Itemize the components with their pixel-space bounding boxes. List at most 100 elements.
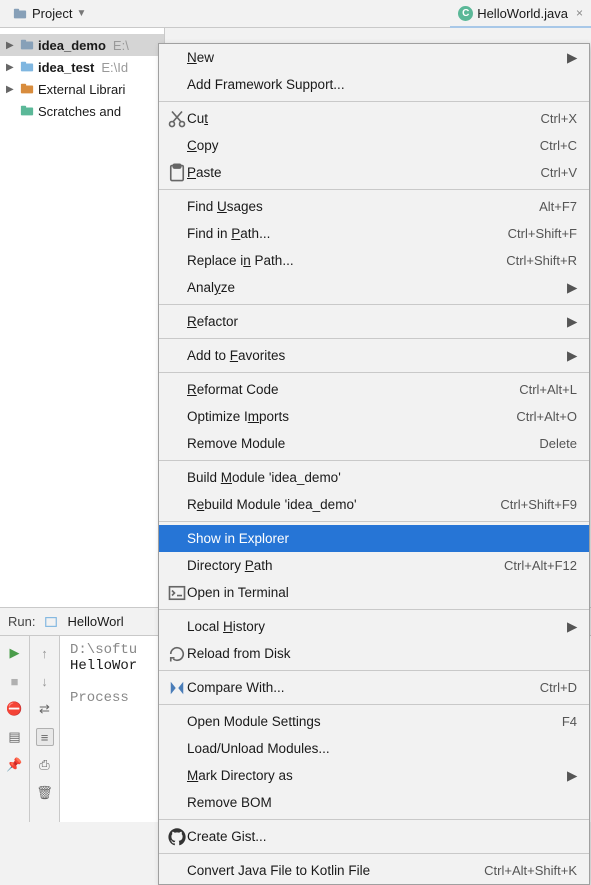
menu-item-label: Copy: [187, 138, 540, 153]
project-dropdown[interactable]: Project ▼: [6, 4, 92, 24]
tree-item[interactable]: Scratches and: [0, 100, 164, 122]
tree-arrow-icon[interactable]: ▶: [6, 84, 16, 95]
menu-item[interactable]: Create Gist...: [159, 823, 589, 850]
tree-item-path: E:\Id: [101, 60, 128, 75]
menu-item[interactable]: Build Module 'idea_demo': [159, 464, 589, 491]
menu-item[interactable]: Add to Favorites▶: [159, 342, 589, 369]
context-menu: New▶Add Framework Support...CutCtrl+XCop…: [158, 43, 590, 885]
menu-item[interactable]: Refactor▶: [159, 308, 589, 335]
chevron-right-icon: ▶: [567, 280, 577, 296]
menu-item-label: Convert Java File to Kotlin File: [187, 863, 484, 878]
menu-item-shortcut: Ctrl+X: [541, 111, 577, 126]
menu-item-shortcut: Ctrl+Alt+L: [519, 382, 577, 397]
tree-item-label: idea_test: [38, 60, 94, 75]
menu-separator: [159, 819, 589, 820]
menu-item[interactable]: Mark Directory as▶: [159, 762, 589, 789]
menu-item-label: Remove Module: [187, 436, 539, 451]
menu-item[interactable]: Reformat CodeCtrl+Alt+L: [159, 376, 589, 403]
tree-item[interactable]: ▶ idea_demo E:\: [0, 34, 164, 56]
run-iconbar-right: ↑ ↓ ⇄ ≡ ⎙ 🗑: [30, 636, 60, 822]
menu-item[interactable]: CutCtrl+X: [159, 105, 589, 132]
menu-item-shortcut: F4: [562, 714, 577, 729]
paste-icon: [167, 163, 187, 183]
menu-item[interactable]: Rebuild Module 'idea_demo'Ctrl+Shift+F9: [159, 491, 589, 518]
tree-item-label: External Librari: [38, 82, 125, 97]
chevron-right-icon: ▶: [567, 619, 577, 635]
menu-item[interactable]: Convert Java File to Kotlin FileCtrl+Alt…: [159, 857, 589, 884]
menu-item-label: Open in Terminal: [187, 585, 577, 600]
menu-item[interactable]: Replace in Path...Ctrl+Shift+R: [159, 247, 589, 274]
folder-icon: [19, 81, 35, 97]
down-arrow-icon[interactable]: ↓: [36, 672, 54, 690]
editor-tabs: C HelloWorld.java ×: [450, 0, 591, 28]
play-icon[interactable]: ▶: [6, 644, 24, 662]
menu-separator: [159, 609, 589, 610]
menu-item-label: Add Framework Support...: [187, 77, 577, 92]
tree-item[interactable]: ▶ idea_test E:\Id: [0, 56, 164, 78]
compare-icon: [167, 678, 187, 698]
menu-item[interactable]: Remove ModuleDelete: [159, 430, 589, 457]
run-header-label: Run:: [8, 614, 35, 629]
menu-item-shortcut: Ctrl+Shift+R: [506, 253, 577, 268]
menu-item[interactable]: Find UsagesAlt+F7: [159, 193, 589, 220]
layout-icon[interactable]: ▤: [6, 728, 24, 746]
menu-item[interactable]: Local History▶: [159, 613, 589, 640]
pin-icon[interactable]: 📌: [6, 756, 24, 774]
menu-item[interactable]: Compare With...Ctrl+D: [159, 674, 589, 701]
menu-item[interactable]: Reload from Disk: [159, 640, 589, 667]
menu-item-label: Reload from Disk: [187, 646, 577, 661]
tree-item[interactable]: ▶ External Librari: [0, 78, 164, 100]
menu-item-shortcut: Ctrl+Alt+F12: [504, 558, 577, 573]
menu-item-label: Rebuild Module 'idea_demo': [187, 497, 500, 512]
menu-item[interactable]: CopyCtrl+C: [159, 132, 589, 159]
chevron-right-icon: ▶: [567, 768, 577, 784]
menu-item-shortcut: Alt+F7: [539, 199, 577, 214]
menu-item[interactable]: Open in Terminal: [159, 579, 589, 606]
menu-item-label: Directory Path: [187, 558, 504, 573]
scroll-icon[interactable]: ≡: [36, 728, 54, 746]
wrap-icon[interactable]: ⇄: [36, 700, 54, 718]
debug-icon[interactable]: ⛔: [6, 700, 24, 718]
menu-item-label: Remove BOM: [187, 795, 577, 810]
up-arrow-icon[interactable]: ↑: [36, 644, 54, 662]
tree-arrow-icon[interactable]: ▶: [6, 62, 16, 73]
trash-icon[interactable]: 🗑: [36, 784, 54, 802]
menu-item-label: Open Module Settings: [187, 714, 562, 729]
menu-item-label: Compare With...: [187, 680, 540, 695]
menu-item-label: Replace in Path...: [187, 253, 506, 268]
tree-item-path: E:\: [113, 38, 129, 53]
chevron-right-icon: ▶: [567, 348, 577, 364]
menu-item-shortcut: Ctrl+V: [541, 165, 577, 180]
menu-item[interactable]: Add Framework Support...: [159, 71, 589, 98]
chevron-right-icon: ▶: [567, 50, 577, 66]
stop-icon[interactable]: ■: [6, 672, 24, 690]
menu-item-label: Mark Directory as: [187, 768, 567, 783]
tree-item-label: idea_demo: [38, 38, 106, 53]
folder-icon: [19, 37, 35, 53]
menu-item[interactable]: Find in Path...Ctrl+Shift+F: [159, 220, 589, 247]
menu-separator: [159, 338, 589, 339]
menu-item[interactable]: Open Module SettingsF4: [159, 708, 589, 735]
menu-item-label: Refactor: [187, 314, 567, 329]
terminal-icon: [167, 583, 187, 603]
menu-item[interactable]: Optimize ImportsCtrl+Alt+O: [159, 403, 589, 430]
menu-item[interactable]: Directory PathCtrl+Alt+F12: [159, 552, 589, 579]
print-icon[interactable]: ⎙: [36, 756, 54, 774]
tab-filename: HelloWorld.java: [477, 6, 568, 21]
close-icon[interactable]: ×: [576, 6, 583, 20]
menu-item[interactable]: Remove BOM: [159, 789, 589, 816]
menu-item[interactable]: New▶: [159, 44, 589, 71]
tab-helloworld[interactable]: C HelloWorld.java ×: [450, 0, 591, 28]
chevron-right-icon: ▶: [567, 314, 577, 330]
menu-item-shortcut: Ctrl+Shift+F9: [500, 497, 577, 512]
menu-separator: [159, 189, 589, 190]
menu-item-label: Cut: [187, 111, 541, 126]
tree-arrow-icon[interactable]: ▶: [6, 40, 16, 51]
menu-item-label: Paste: [187, 165, 541, 180]
menu-item[interactable]: PasteCtrl+V: [159, 159, 589, 186]
menu-item[interactable]: Load/Unload Modules...: [159, 735, 589, 762]
github-icon: [167, 827, 187, 847]
menu-item-label: Load/Unload Modules...: [187, 741, 577, 756]
menu-item[interactable]: Show in Explorer: [159, 525, 589, 552]
menu-item[interactable]: Analyze▶: [159, 274, 589, 301]
